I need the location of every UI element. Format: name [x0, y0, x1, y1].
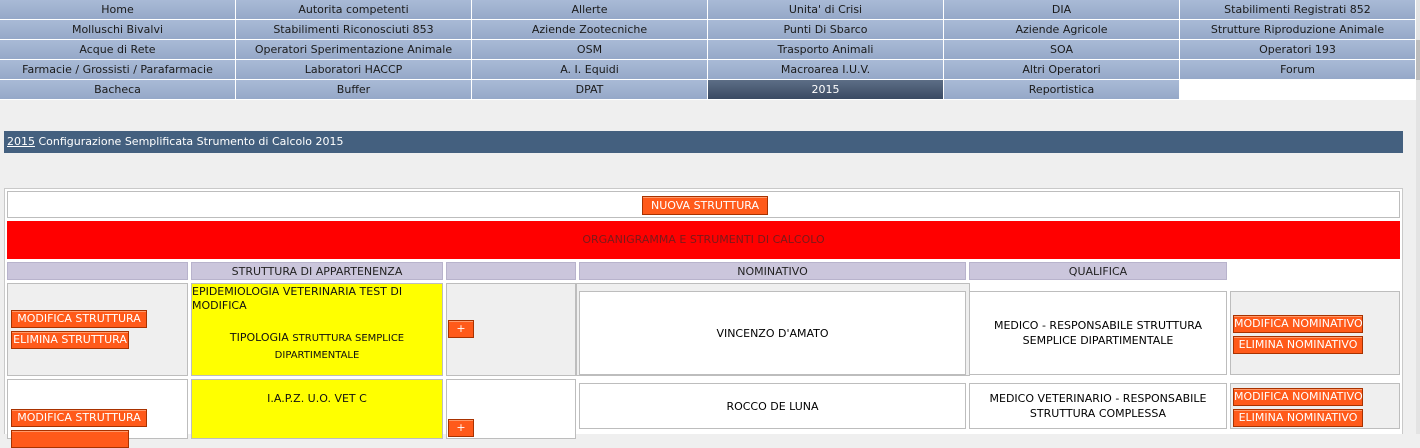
- menu-empty-slot: [1180, 80, 1416, 100]
- organigramma-panel: NUOVA STRUTTURA ORGANIGRAMMA E STRUMENTI…: [4, 188, 1403, 448]
- row2-modifica-nominativo-button[interactable]: MODIFICA NOMINATIVO: [1233, 388, 1363, 406]
- page-title-bar: 2015 Configurazione Semplificata Strumen…: [4, 131, 1403, 153]
- header-qualifica: QUALIFICA: [969, 262, 1227, 280]
- row2-qualifica: MEDICO VETERINARIO - RESPONSABILE STRUTT…: [969, 383, 1227, 429]
- page-scrollbar[interactable]: [1416, 0, 1420, 434]
- menu-item-acque-di-rete[interactable]: Acque di Rete: [0, 40, 236, 60]
- menu-item-unita-di-crisi[interactable]: Unita' di Crisi: [708, 0, 944, 20]
- row1-qualifica: MEDICO - RESPONSABILE STRUTTURA SEMPLICE…: [969, 291, 1227, 375]
- menu-row: Molluschi Bivalvi Stabilimenti Riconosciu…: [0, 20, 1416, 40]
- row2-add-nominativo-button[interactable]: +: [448, 419, 474, 437]
- nuova-struttura-button[interactable]: NUOVA STRUTTURA: [642, 196, 768, 215]
- menu-item-macroarea-i-u-v[interactable]: Macroarea I.U.V.: [708, 60, 944, 80]
- row1-actions-cell: [7, 283, 188, 376]
- menu-item-reportistica[interactable]: Reportistica: [944, 80, 1180, 100]
- elimina-struttura-button[interactable]: ELIMINA STRUTTURA: [11, 331, 129, 349]
- menu-item-punti-di-sbarco[interactable]: Punti Di Sbarco: [708, 20, 944, 40]
- menu-row: Farmacie / Grossisti / Parafarmacie Labor…: [0, 60, 1416, 80]
- row1-struttura-name: EPIDEMIOLOGIA VETERINARIA TEST DI MODIFI…: [192, 285, 403, 312]
- row1-tipologia-value: STRUTTURA SEMPLICE DIPARTIMENTALE: [274, 333, 405, 361]
- menu-row: Home Autorita competenti Allerte Unita' di …: [0, 0, 1416, 20]
- menu-item-allerte[interactable]: Allerte: [472, 0, 708, 20]
- menu-item-stabilimenti-registrati-852[interactable]: Stabilimenti Registrati 852: [1180, 0, 1416, 20]
- menu-item-stabilimenti-riconosciuti-853[interactable]: Stabilimenti Riconosciuti 853: [236, 20, 472, 40]
- header-nominativo: NOMINATIVO: [579, 262, 966, 280]
- menu-item-autorita-competenti[interactable]: Autorita competenti: [236, 0, 472, 20]
- main-menu: Home Autorita competenti Allerte Unita' di …: [0, 0, 1416, 100]
- organigramma-banner: ORGANIGRAMMA E STRUMENTI DI CALCOLO: [7, 221, 1400, 259]
- row2-nominativo: ROCCO DE LUNA: [579, 383, 966, 429]
- menu-item-aziende-zootecniche[interactable]: Aziende Zootecniche: [472, 20, 708, 40]
- menu-item-altri-operatori[interactable]: Altri Operatori: [944, 60, 1180, 80]
- row2-struttura-name: I.A.P.Z. U.O. VET C: [267, 392, 367, 405]
- menu-item-soa[interactable]: SOA: [944, 40, 1180, 60]
- header-struttura: STRUTTURA DI APPARTENENZA: [191, 262, 443, 280]
- menu-item-forum[interactable]: Forum: [1180, 60, 1416, 80]
- menu-item-dia[interactable]: DIA: [944, 0, 1180, 20]
- row2-modifica-struttura-button[interactable]: MODIFICA STRUTTURA: [11, 409, 147, 427]
- menu-item-2015[interactable]: 2015: [708, 80, 944, 100]
- menu-item-buffer[interactable]: Buffer: [236, 80, 472, 100]
- menu-item-operatori-193[interactable]: Operatori 193: [1180, 40, 1416, 60]
- row1-struttura-cell: EPIDEMIOLOGIA VETERINARIA TEST DI MODIFI…: [191, 283, 443, 376]
- page-title: Configurazione Semplificata Strumento di…: [35, 135, 344, 148]
- menu-row: Acque di Rete Operatori Sperimentazione A…: [0, 40, 1416, 60]
- menu-item-home[interactable]: Home: [0, 0, 236, 20]
- header-actions: [7, 262, 188, 280]
- row2-elimina-nominativo-button[interactable]: ELIMINA NOMINATIVO: [1233, 409, 1363, 427]
- row1-elimina-nominativo-button[interactable]: ELIMINA NOMINATIVO: [1233, 336, 1363, 354]
- menu-item-bacheca[interactable]: Bacheca: [0, 80, 236, 100]
- row1-add-nominativo-button[interactable]: +: [448, 320, 474, 338]
- breadcrumb-link-2015[interactable]: 2015: [7, 135, 35, 148]
- row1-nominativo-actions: [1230, 291, 1400, 375]
- menu-item-aziende-agricole[interactable]: Aziende Agricole: [944, 20, 1180, 40]
- menu-item-laboratori-haccp[interactable]: Laboratori HACCP: [236, 60, 472, 80]
- menu-item-farmacie-grossisti-parafarmacie[interactable]: Farmacie / Grossisti / Parafarmacie: [0, 60, 236, 80]
- row1-nominativo: VINCENZO D'AMATO: [579, 291, 966, 375]
- scrollbar-thumb[interactable]: [1416, 40, 1420, 80]
- menu-item-strutture-riproduzione-animale[interactable]: Strutture Riproduzione Animale: [1180, 20, 1416, 40]
- menu-item-a-i-equidi[interactable]: A. I. Equidi: [472, 60, 708, 80]
- row1-tipologia: TIPOLOGIA STRUTTURA SEMPLICE DIPARTIMENT…: [212, 330, 422, 364]
- row1-tipologia-label: TIPOLOGIA: [229, 331, 289, 344]
- menu-item-operatori-sperimentazione-animale[interactable]: Operatori Sperimentazione Animale: [236, 40, 472, 60]
- row2-elimina-struttura-button[interactable]: [11, 430, 129, 448]
- row1-modifica-nominativo-button[interactable]: MODIFICA NOMINATIVO: [1233, 315, 1363, 333]
- menu-item-dpat[interactable]: DPAT: [472, 80, 708, 100]
- modifica-struttura-button[interactable]: MODIFICA STRUTTURA: [11, 310, 147, 328]
- header-add: [446, 262, 576, 280]
- menu-row: Bacheca Buffer DPAT 2015 Reportistica: [0, 80, 1416, 100]
- menu-item-molluschi-bivalvi[interactable]: Molluschi Bivalvi: [0, 20, 236, 40]
- menu-item-trasporto-animali[interactable]: Trasporto Animali: [708, 40, 944, 60]
- row2-struttura-cell: I.A.P.Z. U.O. VET C: [191, 379, 443, 439]
- menu-item-osm[interactable]: OSM: [472, 40, 708, 60]
